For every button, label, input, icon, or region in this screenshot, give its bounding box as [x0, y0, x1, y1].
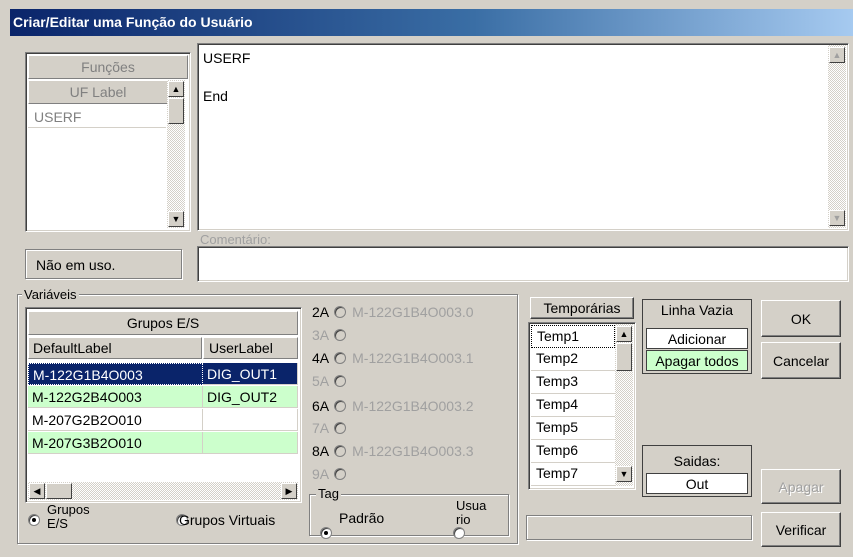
uf-label-header: UF Label	[28, 80, 168, 104]
address-radio[interactable]	[334, 422, 347, 434]
table-row-user[interactable]: DIG_OUT2	[203, 386, 298, 408]
dialog-window: Criar/Editar uma Função do Usuário Funçõ…	[0, 0, 853, 557]
code-editor[interactable]: USERF End ▲ ▼	[197, 43, 849, 231]
status-field	[526, 515, 752, 540]
scroll-up-icon[interactable]: ▲	[829, 47, 845, 63]
cancel-button[interactable]: Cancelar	[761, 342, 841, 379]
comment-input[interactable]	[197, 246, 849, 282]
window-title: Criar/Editar uma Função do Usuário	[13, 14, 253, 30]
address-row[interactable]: 7A	[312, 420, 348, 436]
address-row[interactable]: 5A	[312, 373, 348, 389]
scroll-up-icon[interactable]: ▲	[168, 81, 184, 97]
address-radio[interactable]	[334, 375, 347, 387]
table-row-default[interactable]: M-207G2B2O010	[28, 409, 203, 431]
column-user-label: UserLabel	[203, 337, 298, 359]
title-bar[interactable]: Criar/Editar uma Função do Usuário	[10, 9, 853, 36]
radio-tag-standard[interactable]	[320, 527, 332, 539]
ok-button[interactable]: OK	[761, 300, 841, 337]
function-item[interactable]: USERF	[28, 106, 166, 128]
delete-all-button[interactable]: Apagar todos	[646, 350, 748, 371]
temporaries-list[interactable]: Temp1 Temp2 Temp3 Temp4 Temp5 Temp6 Temp…	[528, 322, 636, 490]
editor-line-3: End	[203, 88, 228, 104]
address-radio[interactable]	[334, 352, 347, 364]
list-item[interactable]: Temp6	[531, 440, 615, 463]
functions-scrollbar[interactable]: ▲ ▼	[167, 80, 185, 228]
outputs-title: Saidas:	[673, 453, 721, 469]
address-radio[interactable]	[334, 329, 347, 341]
column-default-label: DefaultLabel	[28, 337, 202, 359]
variables-label: Variáveis	[22, 287, 79, 302]
scroll-thumb[interactable]	[616, 343, 632, 371]
address-row[interactable]: 3A	[312, 327, 348, 343]
io-groups-title: Grupos E/S	[28, 311, 298, 335]
table-row-user[interactable]: DIG_OUT1	[203, 363, 298, 385]
table-row-default[interactable]: M-122G2B4O003	[28, 386, 203, 408]
scroll-down-icon[interactable]: ▼	[829, 210, 845, 226]
outputs-value[interactable]: Out	[646, 473, 748, 494]
verify-button[interactable]: Verificar	[761, 512, 841, 547]
address-row[interactable]: 9A	[312, 466, 348, 482]
address-radio[interactable]	[334, 306, 347, 318]
tag-label: Tag	[316, 486, 341, 501]
radio-io-groups[interactable]	[28, 514, 40, 526]
list-item[interactable]: Temp4	[531, 394, 615, 417]
radio-tag-user[interactable]	[452, 527, 465, 539]
scroll-thumb[interactable]	[168, 98, 184, 124]
list-item[interactable]: Temp2	[531, 348, 615, 371]
scroll-down-icon[interactable]: ▼	[616, 466, 632, 482]
list-item[interactable]: Temp3	[531, 371, 615, 394]
delete-button[interactable]: Apagar	[761, 469, 841, 504]
scroll-left-icon[interactable]: ◀	[29, 483, 45, 499]
scroll-down-icon[interactable]: ▼	[168, 211, 184, 227]
radio-tag-standard-label: Padrão	[339, 510, 385, 526]
scroll-thumb[interactable]	[46, 483, 72, 499]
table-row-user[interactable]	[203, 432, 298, 454]
comment-label: Comentário:	[200, 232, 271, 247]
radio-io-groups-label: Grupos E/S	[47, 502, 90, 531]
editor-line-1: USERF	[203, 50, 251, 66]
address-row[interactable]: 6A M-122G1B4O003.2	[312, 398, 474, 414]
list-item[interactable]: Temp1	[531, 325, 615, 348]
address-radio[interactable]	[334, 468, 347, 480]
address-row[interactable]: 2A M-122G1B4O003.0	[312, 304, 474, 320]
address-radio[interactable]	[334, 445, 347, 457]
usage-status: Não em uso.	[25, 249, 182, 279]
empty-line-title: Linha Vazia	[660, 302, 734, 318]
table-row-default[interactable]: M-207G3B2O010	[28, 432, 203, 454]
table-row-default[interactable]: M-122G1B4O003	[28, 363, 203, 385]
add-empty-line-button[interactable]: Adicionar	[646, 328, 748, 349]
list-item[interactable]: Temp5	[531, 417, 615, 440]
editor-scrollbar[interactable]: ▲ ▼	[828, 45, 846, 228]
list-item[interactable]: Temp7	[531, 463, 615, 486]
scroll-right-icon[interactable]: ▶	[281, 483, 297, 499]
io-grid-hscrollbar[interactable]: ◀ ▶	[28, 482, 298, 500]
temporaries-scrollbar[interactable]: ▲ ▼	[615, 324, 633, 486]
table-row-user[interactable]	[203, 409, 298, 431]
radio-virtual-groups-label: Grupos Virtuais	[179, 512, 276, 528]
address-row[interactable]: 8A M-122G1B4O003.3	[312, 443, 474, 459]
address-row[interactable]: 4A M-122G1B4O003.1	[312, 350, 474, 366]
scroll-up-icon[interactable]: ▲	[616, 326, 632, 342]
radio-tag-user-label: Usua rio	[456, 498, 487, 527]
temporaries-header[interactable]: Temporárias	[530, 297, 634, 319]
address-radio[interactable]	[334, 400, 347, 412]
functions-header: Funções	[28, 55, 188, 79]
